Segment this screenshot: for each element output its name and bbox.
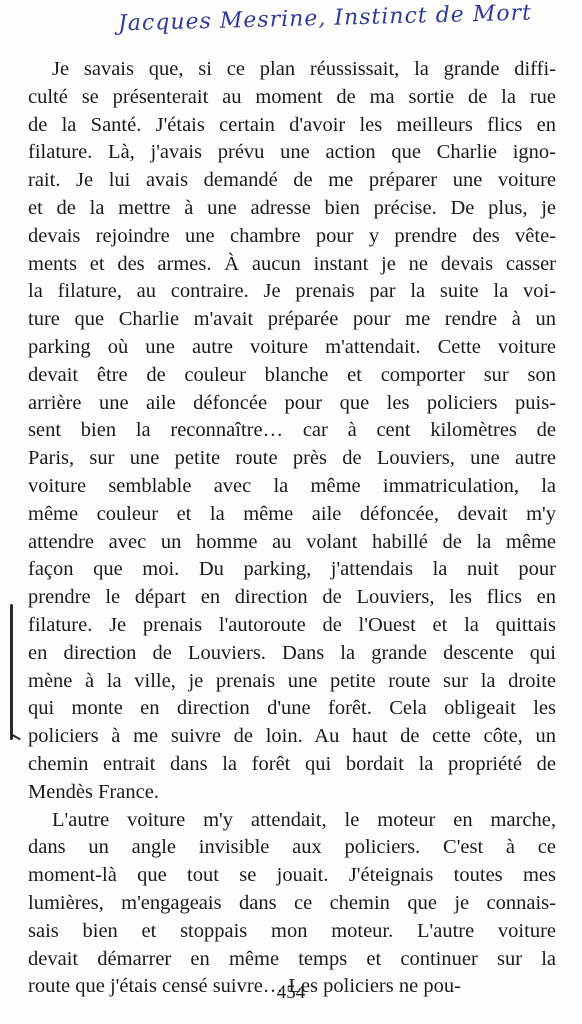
text-line: Paris, sur une petite route près de Louv… (28, 447, 556, 470)
text-line: rait. Je lui avais demandé de me prépare… (28, 169, 556, 192)
text-line: L'autre voiture m'y attendait, le moteur… (52, 808, 556, 831)
text-line: Mendès France. (28, 780, 159, 803)
text-line: chemin entrait dans la forêt qui bordait… (28, 752, 556, 775)
text-line: devait être de couleur blanche et compor… (28, 363, 556, 386)
text-line: de la Santé. J'étais certain d'avoir les… (28, 113, 556, 136)
text-line: voiture semblable avec la même immatricu… (28, 474, 556, 497)
text-line: la filature, au contraire. Je prenais pa… (28, 280, 556, 303)
text-line: lumières, m'engageais dans ce chemin que… (28, 891, 556, 914)
text-line: façon que moi. Du parking, j'attendais l… (28, 558, 556, 581)
text-line: qui monte en direction d'une forêt. Cela… (28, 697, 556, 720)
body-text: Je savais que, si ce plan réussissait, l… (28, 56, 556, 1001)
text-line: culté se présenterait au moment de ma so… (28, 85, 556, 108)
book-page: Jacques Mesrine, Instinct de Mort Je sav… (0, 0, 582, 1024)
text-line: filature. Là, j'avais prévu une action q… (28, 141, 556, 164)
margin-pen-mark (10, 604, 13, 740)
text-line: moment-là que tout se jouait. J'éteignai… (28, 864, 556, 887)
text-line: arrière une aile défoncée pour que les p… (28, 391, 556, 414)
text-line: parking où une autre voiture m'attendait… (28, 335, 556, 358)
text-line: devais rejoindre une chambre pour y pren… (28, 224, 556, 247)
text-line: devait démarrer en même temps et continu… (28, 947, 556, 970)
text-line: sent bien la reconnaître… car à cent kil… (28, 419, 556, 442)
text-line: ments et des armes. À aucun instant je n… (28, 252, 556, 275)
page-number: 454 (276, 982, 306, 1003)
text-line: et de la mettre à une adresse bien préci… (28, 196, 556, 219)
handwritten-annotation: Jacques Mesrine, Instinct de Mort (117, 0, 533, 37)
text-line: mène à la ville, je prenais une petite r… (28, 669, 556, 692)
text-line: filature. Je prenais l'autoroute de l'Ou… (28, 613, 556, 636)
text-line: même couleur et la même aile défoncée, d… (28, 502, 556, 525)
text-line: en direction de Louviers. Dans la grande… (28, 641, 556, 664)
text-line: sais bien et stoppais mon moteur. L'autr… (28, 919, 556, 942)
text-line: Je savais que, si ce plan réussissait, l… (52, 58, 556, 80)
text-line: attendre avec un homme au volant habillé… (28, 530, 556, 553)
text-line: policiers à me suivre de loin. Au haut d… (28, 725, 556, 748)
text-line: prendre le départ en direction de Louvie… (28, 586, 556, 609)
text-line: dans un angle invisible aux policiers. C… (28, 836, 556, 859)
text-line: ture que Charlie m'avait préparée pour m… (28, 308, 556, 331)
